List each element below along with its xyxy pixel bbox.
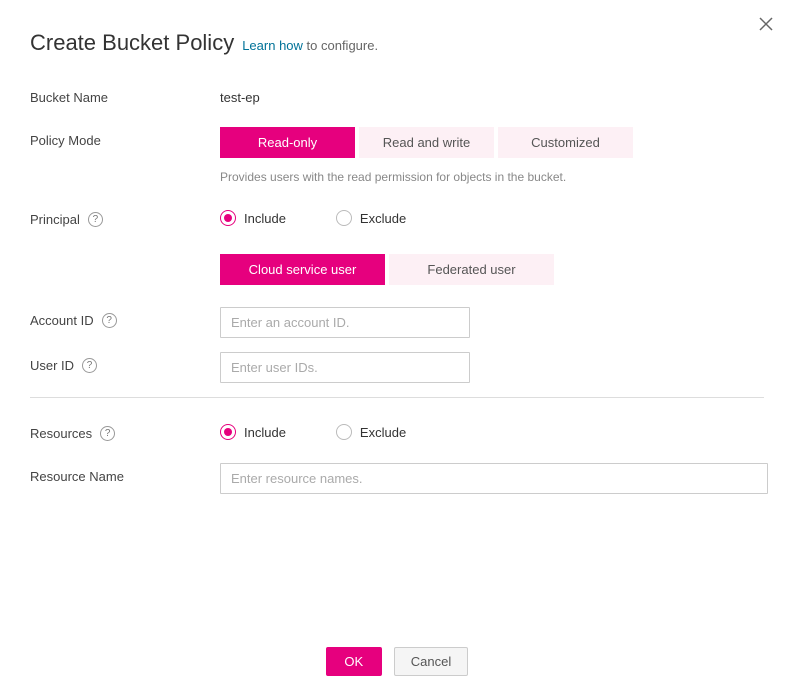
user-id-input[interactable] (220, 352, 470, 383)
resources-include-label: Include (244, 425, 286, 440)
help-icon[interactable]: ? (82, 358, 97, 373)
radio-unselected-icon (336, 424, 352, 440)
principal-user-type-group: Cloud service user Federated user (220, 254, 764, 285)
radio-selected-icon (220, 424, 236, 440)
principal-include-label: Include (244, 211, 286, 226)
policy-mode-group: Read-only Read and write Customized (220, 127, 764, 158)
help-icon[interactable]: ? (100, 426, 115, 441)
radio-selected-icon (220, 210, 236, 226)
resources-label: Resources (30, 426, 92, 441)
principal-exclude-label: Exclude (360, 211, 406, 226)
resource-name-input[interactable] (220, 463, 768, 494)
resources-include-radio[interactable]: Include (220, 424, 286, 440)
cloud-service-user-tab[interactable]: Cloud service user (220, 254, 385, 285)
page-title: Create Bucket Policy (30, 30, 234, 56)
close-icon[interactable] (756, 14, 776, 34)
policy-mode-customized[interactable]: Customized (498, 127, 633, 158)
policy-mode-label: Policy Mode (30, 127, 220, 148)
principal-include-radio[interactable]: Include (220, 210, 286, 226)
resources-exclude-radio[interactable]: Exclude (336, 424, 406, 440)
principal-label: Principal (30, 212, 80, 227)
help-icon[interactable]: ? (88, 212, 103, 227)
policy-mode-helper: Provides users with the read permission … (220, 170, 764, 184)
resources-exclude-label: Exclude (360, 425, 406, 440)
account-id-input[interactable] (220, 307, 470, 338)
bucket-name-value: test-ep (220, 84, 764, 105)
principal-exclude-radio[interactable]: Exclude (336, 210, 406, 226)
bucket-name-label: Bucket Name (30, 84, 220, 105)
learn-how-link[interactable]: Learn how (242, 38, 303, 53)
federated-user-tab[interactable]: Federated user (389, 254, 554, 285)
dialog-footer: OK Cancel (0, 647, 794, 676)
ok-button[interactable]: OK (326, 647, 382, 676)
user-id-label: User ID (30, 358, 74, 373)
resource-name-label: Resource Name (30, 463, 220, 484)
learn-suffix: to configure. (303, 38, 378, 53)
help-icon[interactable]: ? (102, 313, 117, 328)
divider (30, 397, 764, 398)
policy-mode-read-only[interactable]: Read-only (220, 127, 355, 158)
policy-mode-read-write[interactable]: Read and write (359, 127, 494, 158)
cancel-button[interactable]: Cancel (394, 647, 468, 676)
account-id-label: Account ID (30, 313, 94, 328)
radio-unselected-icon (336, 210, 352, 226)
